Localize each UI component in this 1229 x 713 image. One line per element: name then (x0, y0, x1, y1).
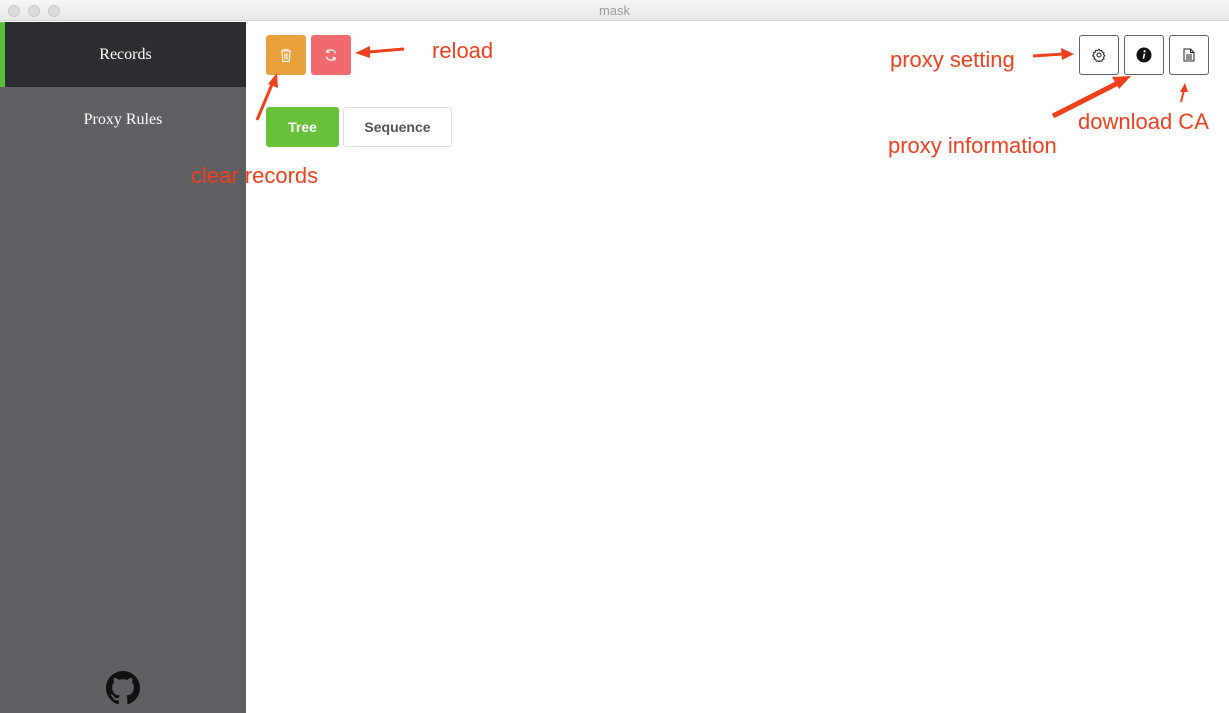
annotation-reload: reload (432, 38, 494, 63)
sidebar-item-records[interactable]: Records (0, 22, 246, 87)
gear-icon (1092, 48, 1106, 62)
clear-records-button[interactable] (266, 35, 306, 75)
sidebar-item-label: Proxy Rules (83, 110, 163, 128)
document-icon (1183, 48, 1195, 62)
proxy-setting-button[interactable] (1079, 35, 1119, 75)
tab-sequence[interactable]: Sequence (343, 107, 452, 147)
sidebar-item-proxy-rules[interactable]: Proxy Rules (0, 87, 246, 152)
window-title: mask (598, 3, 631, 18)
annotation-download-ca: download CA (1078, 109, 1209, 134)
sidebar-item-label: Records (99, 45, 152, 63)
tab-tree[interactable]: Tree (266, 107, 339, 147)
download-ca-button[interactable] (1169, 35, 1209, 75)
refresh-icon (325, 49, 337, 61)
github-icon[interactable] (106, 671, 140, 705)
annotation-proxy-information: proxy information (888, 133, 1057, 158)
annotation-proxy-setting: proxy setting (890, 47, 1015, 72)
reload-button[interactable] (311, 35, 351, 75)
sidebar: Records Proxy Rules (0, 22, 246, 713)
window-titlebar: mask (0, 0, 1229, 21)
info-icon (1136, 47, 1152, 63)
proxy-information-button[interactable] (1124, 35, 1164, 75)
trash-icon (281, 48, 291, 62)
annotation-clear-records: clear records (191, 163, 319, 188)
